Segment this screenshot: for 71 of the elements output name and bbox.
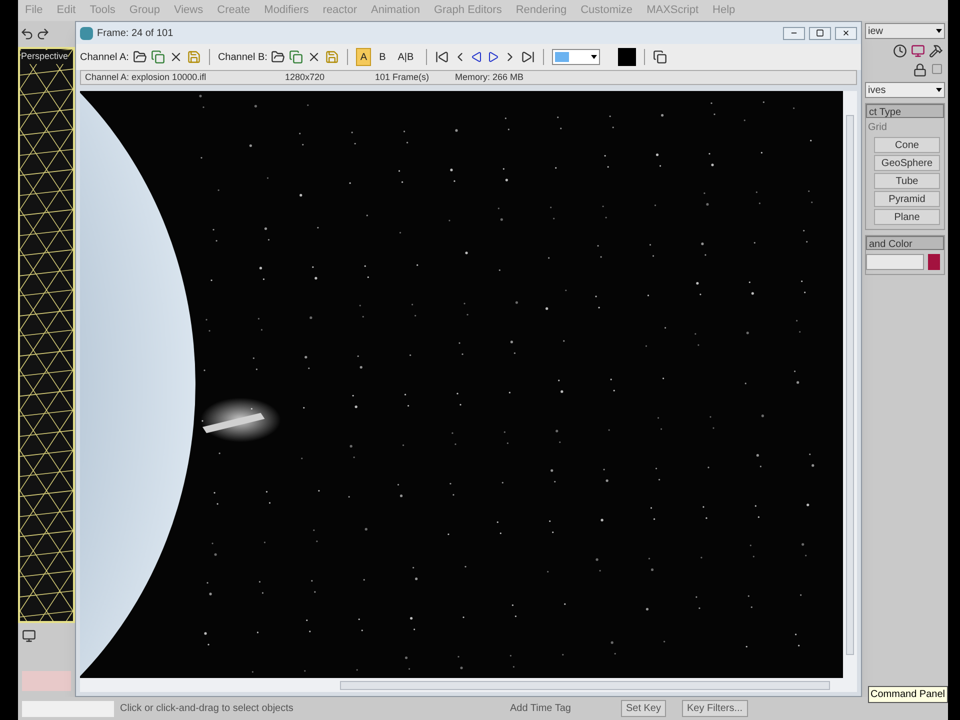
info-text: Channel A: explosion 10000.ifl xyxy=(85,70,208,84)
channel-swatch-icon xyxy=(554,52,569,62)
category-dropdown[interactable]: ives xyxy=(865,82,945,98)
clone-icon[interactable] xyxy=(289,50,304,64)
first-frame-icon[interactable] xyxy=(434,50,449,64)
tooltip: Command Panel xyxy=(868,686,948,703)
menu-item[interactable]: Customize xyxy=(580,2,633,19)
menu-item[interactable]: reactor xyxy=(322,2,358,19)
menu-item[interactable]: Group xyxy=(129,2,160,19)
menu-item[interactable]: Animation xyxy=(371,2,420,19)
viewport-label: Perspective xyxy=(21,50,68,64)
primitive-button[interactable]: Tube xyxy=(874,173,940,189)
view-dropdown[interactable]: iew xyxy=(865,23,945,39)
channel-toggle[interactable]: B xyxy=(375,48,390,66)
rollout-header[interactable]: and Color xyxy=(866,236,944,250)
autogrid-label: Grid xyxy=(867,121,888,135)
channel-toggle[interactable]: A|B xyxy=(394,48,418,66)
menu-item[interactable]: Modifiers xyxy=(264,2,309,19)
menu-item[interactable]: Help xyxy=(712,2,736,19)
display-icon[interactable] xyxy=(911,44,925,58)
key-filters-button[interactable]: Key Filters... xyxy=(682,700,748,717)
status-box xyxy=(22,671,71,691)
frame-window-icon xyxy=(80,26,93,40)
dropdown-caret-icon xyxy=(936,29,942,33)
primitive-button[interactable]: Cone xyxy=(874,137,940,153)
open-icon[interactable] xyxy=(132,50,147,64)
maximize-button[interactable] xyxy=(809,26,831,40)
name-field[interactable] xyxy=(866,254,924,270)
color-swatch[interactable] xyxy=(618,48,636,66)
info-text: 1280x720 xyxy=(285,70,326,84)
menu-item[interactable]: Views xyxy=(174,2,204,19)
close-icon xyxy=(842,29,850,37)
menu-item[interactable]: File xyxy=(25,2,43,19)
hammer-icon[interactable] xyxy=(929,44,943,58)
vertical-scrollbar[interactable] xyxy=(843,91,857,678)
primitive-button[interactable]: Plane xyxy=(874,209,940,225)
dropdown-caret-icon xyxy=(936,88,942,92)
menu-item[interactable]: Create xyxy=(217,2,250,19)
set-key-button[interactable]: Set Key xyxy=(620,700,666,717)
window-title: Frame: 24 of 101 xyxy=(97,26,174,40)
dropdown-caret-icon xyxy=(590,55,597,59)
menu-item[interactable]: Rendering xyxy=(516,2,567,19)
close-button[interactable] xyxy=(835,26,857,40)
rollout-header[interactable]: ct Type xyxy=(866,104,944,118)
redo-icon[interactable] xyxy=(36,27,50,41)
monitor-icon[interactable] xyxy=(22,629,36,643)
channel-a-label: Channel A: xyxy=(80,50,129,64)
open-icon[interactable] xyxy=(271,50,286,64)
horizontal-scrollbar[interactable] xyxy=(80,678,857,692)
add-time-tag-button[interactable]: Add Time Tag xyxy=(506,701,575,716)
menu-item[interactable]: MAXScript xyxy=(646,2,699,19)
primitive-button[interactable]: GeoSphere xyxy=(874,155,940,171)
play-reverse-icon[interactable] xyxy=(470,51,483,63)
info-text: 101 Frame(s) xyxy=(375,70,430,84)
menu-item[interactable]: Edit xyxy=(56,2,76,19)
maximize-icon xyxy=(816,29,824,37)
primitive-button[interactable]: Pyramid xyxy=(874,191,940,207)
prompt-text: Click or click-and-drag to select objects xyxy=(120,702,294,716)
lock-icon[interactable] xyxy=(913,63,927,77)
menu-item[interactable]: Graph Editors xyxy=(434,2,502,19)
display-dropdown[interactable] xyxy=(552,49,600,65)
play-icon[interactable] xyxy=(486,51,499,63)
menu-item[interactable]: Tools xyxy=(90,2,116,19)
channel-b-label: Channel B: xyxy=(218,50,268,64)
clone-window-icon[interactable] xyxy=(652,50,667,64)
object-color-swatch[interactable] xyxy=(928,254,940,270)
last-frame-icon[interactable] xyxy=(520,50,535,64)
clone-icon[interactable] xyxy=(150,50,165,64)
channel-toggle[interactable]: A xyxy=(356,48,372,66)
undo-icon[interactable] xyxy=(20,27,34,41)
info-text: Memory: 266 MB xyxy=(455,70,524,84)
